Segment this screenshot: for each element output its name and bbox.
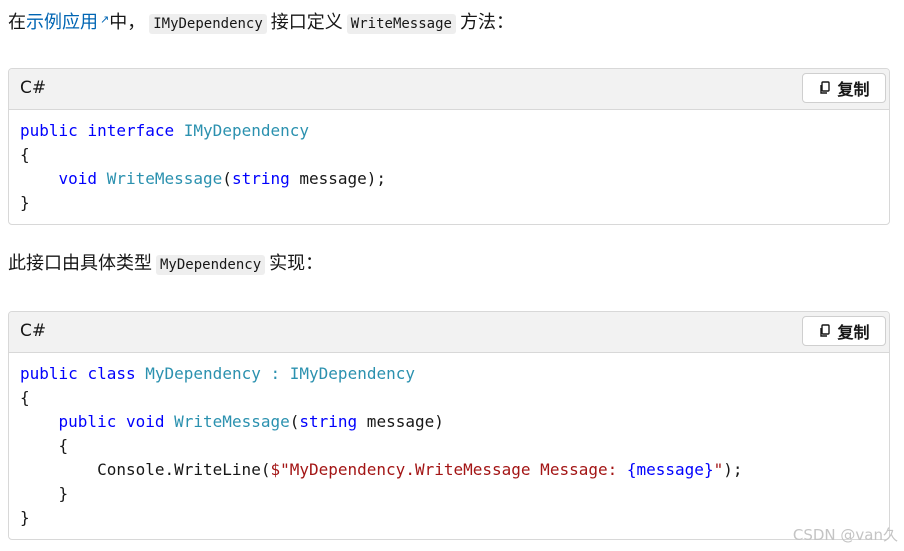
code-token: class (87, 364, 136, 383)
code-token: void (58, 169, 98, 188)
para2-prefix: 此接口由具体类型 (8, 253, 152, 274)
code-content: public interface IMyDependency { void Wr… (9, 110, 889, 222)
code-line: { (20, 436, 69, 455)
code-token: ( (289, 412, 300, 431)
code-token: WriteMessage (174, 412, 290, 431)
intro-prefix: 在 (8, 12, 26, 33)
sample-app-link[interactable]: 示例应用 (26, 12, 98, 33)
code-token: Console.WriteLine( (20, 460, 271, 479)
inline-code-imydependency: IMyDependency (149, 14, 267, 34)
code-token: " (713, 460, 724, 479)
code-language-label: C# (20, 78, 47, 98)
code-token: $"MyDependency. (270, 460, 415, 479)
code-block-interface: C# 复制 public interface IMyDependency { v… (8, 68, 890, 225)
code-token: } (20, 193, 30, 212)
code-line: public class MyDependency : IMyDependenc… (20, 364, 415, 383)
code-token: } (20, 508, 30, 527)
code-token: string (299, 412, 358, 431)
code-line: void WriteMessage(string message); (20, 169, 387, 188)
inline-code-mydependency: MyDependency (156, 255, 266, 275)
intro-after-link: 中， (109, 12, 146, 33)
code-token: Message: (530, 460, 627, 479)
copy-button[interactable]: 复制 (802, 73, 886, 103)
code-token: message) (357, 412, 444, 431)
code-line: { (20, 145, 30, 164)
code-token: MyDependency (145, 364, 261, 383)
code-token: IMyDependency (289, 364, 415, 383)
external-link-icon: ↗ (100, 13, 110, 26)
code-token: WriteMessage (106, 169, 223, 188)
code-token: void (125, 412, 165, 431)
code-token: WriteMessage (414, 460, 531, 479)
copy-icon (820, 81, 831, 94)
code-block-class: C# 复制 public class MyDependency : IMyDep… (8, 311, 890, 540)
code-token: { (20, 436, 69, 455)
copy-button-label: 复制 (837, 323, 870, 342)
code-token: { (20, 145, 30, 164)
code-token: IMyDependency (183, 121, 310, 140)
code-content: public class MyDependency : IMyDependenc… (9, 353, 889, 537)
code-token: public (20, 364, 78, 383)
code-line: } (20, 193, 30, 212)
code-token: : (270, 364, 281, 383)
code-token: public (20, 121, 78, 140)
code-token: ); (723, 460, 743, 479)
code-line: { (20, 388, 30, 407)
code-token: ( (222, 169, 232, 188)
copy-button[interactable]: 复制 (802, 316, 886, 346)
para2-suffix: 实现： (269, 253, 324, 274)
code-token: interface (87, 121, 175, 140)
copy-button-label: 复制 (837, 80, 870, 99)
code-line: } (20, 484, 69, 503)
intro-paragraph: 在示例应用 ↗中， IMyDependency 接口定义 WriteMessage 方法： (8, 7, 514, 37)
code-line: Console.WriteLine($"MyDependency.WriteMe… (20, 460, 742, 479)
code-token: { (20, 388, 30, 407)
inline-code-writemessage: WriteMessage (346, 14, 456, 34)
intro-middle: 接口定义 (270, 12, 343, 33)
code-header: C# 复制 (9, 69, 889, 110)
intro-suffix: 方法： (459, 12, 514, 33)
code-language-label: C# (20, 321, 47, 341)
code-token: public (58, 412, 117, 431)
code-line: public interface IMyDependency (20, 121, 309, 140)
code-token: {message} (626, 460, 714, 479)
second-paragraph: 此接口由具体类型 MyDependency 实现： (8, 251, 323, 278)
copy-icon (820, 324, 831, 337)
code-header: C# 复制 (9, 312, 889, 353)
code-line: public void WriteMessage(string message) (20, 412, 444, 431)
code-token: message); (289, 169, 387, 188)
code-line: } (20, 508, 30, 527)
watermark: CSDN @van久 (792, 526, 898, 544)
code-token: string (231, 169, 290, 188)
code-token: } (20, 484, 69, 503)
